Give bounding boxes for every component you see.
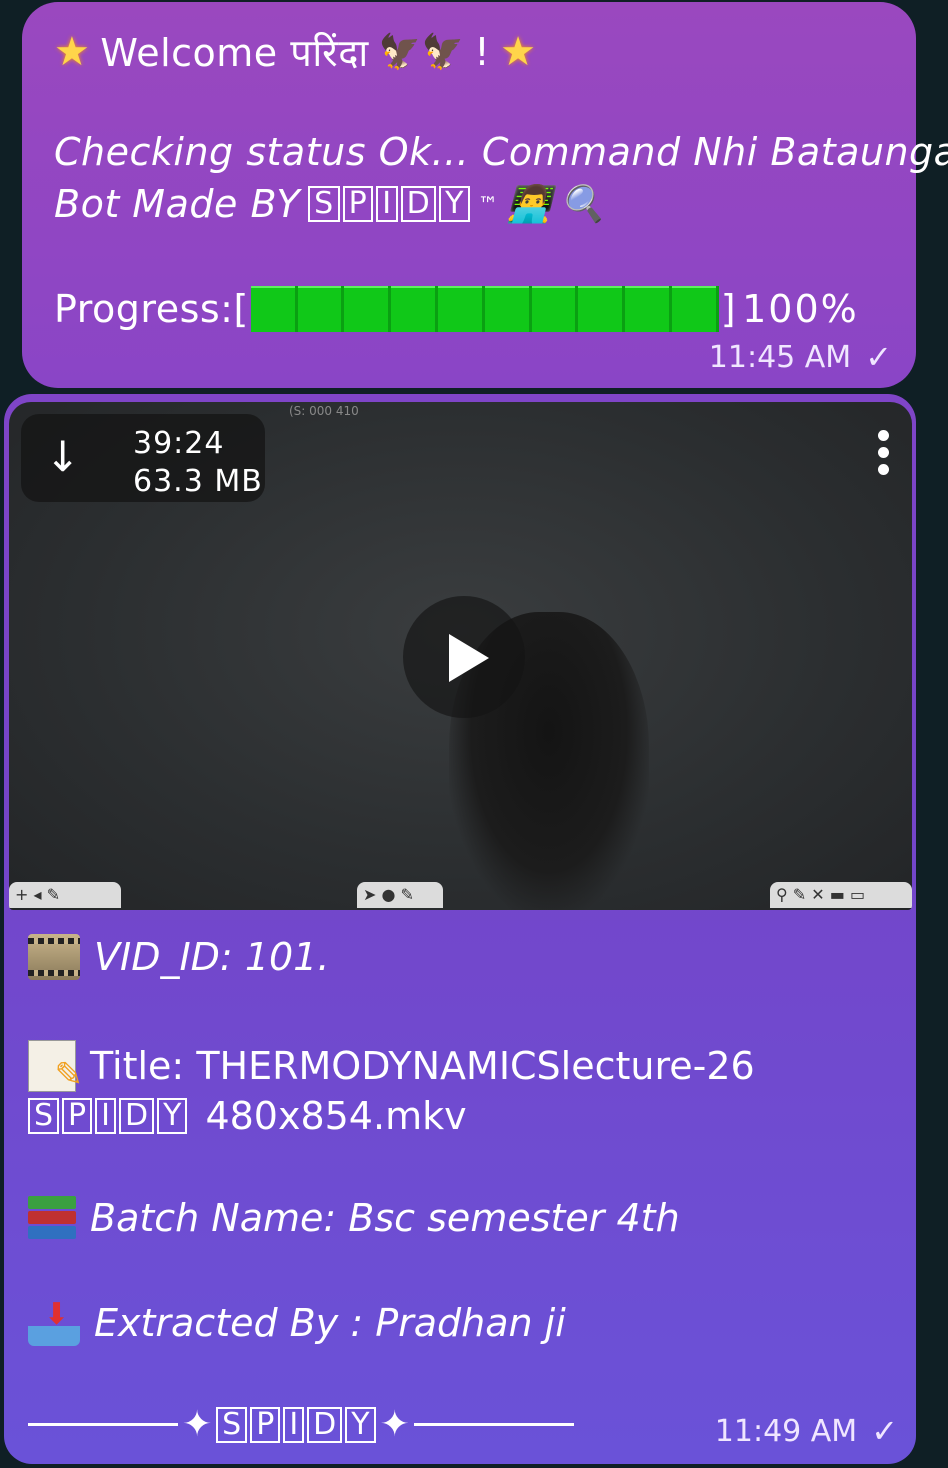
brand-letter: D xyxy=(119,1098,155,1134)
progress-segment xyxy=(344,286,392,332)
progress-segment xyxy=(672,286,719,332)
progress-segment xyxy=(391,286,438,332)
batch-text: Batch Name: Bsc semester 4th xyxy=(90,1196,680,1240)
books-icon xyxy=(28,1196,76,1240)
film-icon xyxy=(28,934,80,980)
message-bubble-status[interactable]: ★ Welcome परिंदा 🦅🦅 ! ★ Checking status … xyxy=(22,2,948,388)
progress-percent: 100% xyxy=(742,287,859,331)
brand-letter: I xyxy=(95,1098,116,1134)
memo-icon xyxy=(28,1040,83,1095)
progress-label: Progress:[ xyxy=(54,287,249,331)
brand-letter: P xyxy=(342,186,374,222)
download-arrow-icon[interactable]: ↓ xyxy=(45,432,80,481)
progress-bar xyxy=(250,286,719,332)
play-icon[interactable] xyxy=(403,596,525,718)
brand-letter: S xyxy=(308,186,340,222)
message-bubble-video[interactable]: (S: 000 410 ↓ 39:24 63.3 MB + ◂ ✎ ➤ ● ✎ … xyxy=(4,394,916,1464)
welcome-line: ★ Welcome परिंदा 🦅🦅 ! ★ xyxy=(54,26,537,78)
video-frame-toolbar-left: + ◂ ✎ xyxy=(9,882,121,908)
progress-close: ] xyxy=(720,287,737,331)
title-line: Title: THERMODYNAMICSlecture-26 xyxy=(28,1040,755,1095)
brand-letter: D xyxy=(307,1406,343,1443)
check-icon: ✓ xyxy=(865,338,892,376)
progress-segment xyxy=(485,286,532,332)
video-frame-toolbar-mid: ➤ ● ✎ xyxy=(357,882,443,908)
brand-letter: P xyxy=(250,1406,281,1443)
sparkle-icon: ✦ xyxy=(379,1404,410,1445)
brand-letter: Y xyxy=(345,1406,376,1443)
trademark-symbol: ™ xyxy=(478,192,499,216)
brand-letter: Y xyxy=(439,186,470,222)
welcome-text: Welcome परिंदा xyxy=(100,31,369,75)
glowing-star-icon: ★ xyxy=(54,29,91,75)
download-badge[interactable]: ↓ 39:24 63.3 MB xyxy=(21,414,265,502)
title-line-suffix: S P I D Y 480x854.mkv xyxy=(28,1094,467,1138)
progress-segment xyxy=(578,286,626,332)
progress-segment xyxy=(625,286,672,332)
video-overlay-code: (S: 000 410 xyxy=(289,404,359,418)
vid-id-text: VID_ID: 101. xyxy=(94,935,330,979)
video-frame-toolbar-right: ⚲ ✎ ✕ ▬ ▭ xyxy=(770,882,912,908)
title-file-suffix: 480x854.mkv xyxy=(205,1094,467,1138)
magnifier-icon: 🔍 xyxy=(559,184,606,225)
title-text: Title: THERMODYNAMICSlecture-26 xyxy=(90,1044,755,1088)
welcome-exclaim: ! xyxy=(474,30,491,74)
message-time: 11:45 AM ✓ xyxy=(709,338,892,376)
video-duration: 39:24 xyxy=(133,426,225,461)
brand-letter: S xyxy=(216,1406,248,1443)
more-vert-icon[interactable] xyxy=(878,430,890,481)
divider-line xyxy=(413,1423,574,1426)
eagle-icon: 🦅🦅 xyxy=(378,32,465,72)
progress-row: Progress:[ ] 100% xyxy=(54,286,859,332)
status-line: Checking status Ok... Command Nhi Bataun… xyxy=(54,130,948,174)
progress-segment xyxy=(438,286,485,332)
brand-letter: S xyxy=(28,1098,60,1134)
brand-boxed-letters: S P I D Y xyxy=(216,1406,376,1443)
inbox-tray-icon: ⬇ xyxy=(28,1300,80,1346)
brand-boxed-letters: S P I D Y xyxy=(28,1098,188,1134)
check-icon: ✓ xyxy=(871,1412,898,1450)
brand-letter: I xyxy=(376,186,398,222)
time-text: 11:49 AM xyxy=(714,1413,858,1449)
vid-id-line: VID_ID: 101. xyxy=(28,934,329,980)
time-text: 11:45 AM xyxy=(708,339,852,375)
batch-line: Batch Name: Bsc semester 4th xyxy=(28,1196,680,1240)
progress-segment xyxy=(251,286,298,332)
extracted-line: ⬇ Extracted By : Pradhan ji xyxy=(28,1300,566,1346)
bot-made-by-text: Bot Made BY xyxy=(54,182,301,226)
extracted-text: Extracted By : Pradhan ji xyxy=(94,1301,566,1345)
bot-made-by-line: Bot Made BY S P I D Y ™ 👨‍💻 🔍 xyxy=(54,182,605,226)
brand-letter: P xyxy=(62,1098,93,1134)
brand-letter: I xyxy=(283,1406,305,1443)
technologist-icon: 👨‍💻 xyxy=(506,184,552,225)
video-size: 63.3 MB xyxy=(133,464,263,499)
brand-boxed-letters: S P I D Y xyxy=(308,186,470,222)
divider-line xyxy=(28,1423,178,1426)
message-time: 11:49 AM ✓ xyxy=(715,1412,898,1450)
sparkle-icon: ✦ xyxy=(182,1404,213,1445)
progress-segment xyxy=(532,286,579,332)
brand-letter: D xyxy=(400,186,437,222)
video-player[interactable]: (S: 000 410 ↓ 39:24 63.3 MB + ◂ ✎ ➤ ● ✎ … xyxy=(9,402,912,910)
brand-letter: Y xyxy=(157,1098,188,1134)
signature-footer: ✦ S P I D Y ✦ xyxy=(28,1404,574,1445)
glowing-star-icon: ★ xyxy=(500,29,537,75)
progress-segment xyxy=(298,286,345,332)
